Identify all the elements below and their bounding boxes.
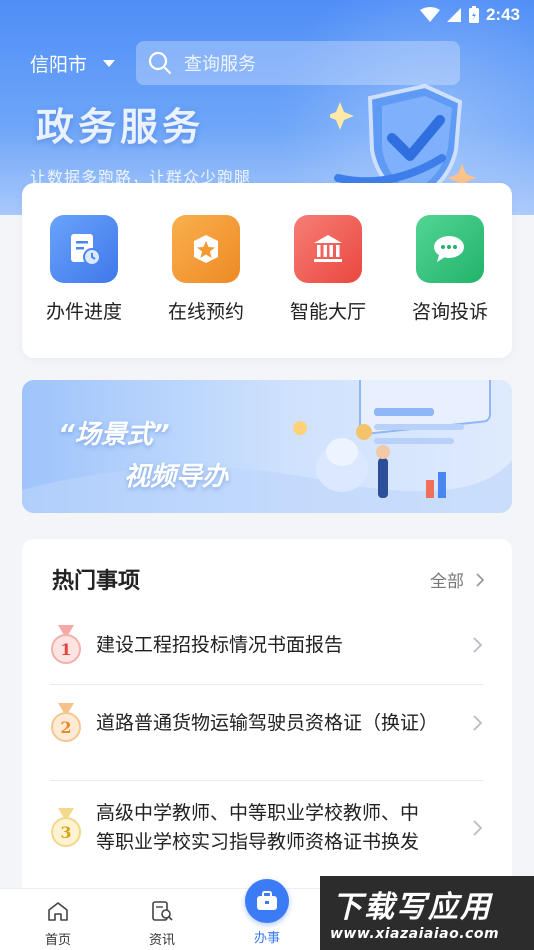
signal-icon bbox=[446, 8, 461, 22]
city-label: 信阳市 bbox=[30, 54, 88, 76]
video-guide-banner[interactable]: “场景式” 视频导办 bbox=[22, 380, 512, 513]
wifi-icon bbox=[419, 7, 440, 22]
document-clock-icon bbox=[50, 215, 118, 283]
nav-tasks-button[interactable] bbox=[245, 879, 289, 923]
rank-number: 1 bbox=[60, 640, 71, 659]
nav-home-label: 首页 bbox=[44, 933, 71, 948]
search-placeholder: 查询服务 bbox=[184, 54, 256, 75]
quick-services-card: 办件进度 在线预约 智能大厅 咨询投诉 bbox=[22, 183, 512, 358]
news-search-icon bbox=[152, 901, 173, 921]
watermark-logo: 下载写应用 www.xiazaiaiao.com bbox=[320, 876, 534, 950]
divider bbox=[50, 684, 484, 685]
hot-item-text: 道路普通货物运输驾驶员资格证（换证） bbox=[96, 711, 439, 734]
service-label: 智能大厅 bbox=[289, 301, 366, 323]
service-label: 咨询投诉 bbox=[411, 301, 488, 323]
service-progress[interactable]: 办件进度 bbox=[34, 215, 134, 324]
hero-title: 政务服务 bbox=[36, 105, 205, 149]
home-icon bbox=[48, 902, 68, 921]
nav-news-label: 资讯 bbox=[148, 933, 175, 948]
rank-3-medal-icon: 3 bbox=[51, 808, 81, 847]
hot-item[interactable]: 2 道路普通货物运输驾驶员资格证（换证） bbox=[50, 703, 484, 743]
chat-bubbles-icon bbox=[416, 215, 484, 283]
chevron-right-icon bbox=[473, 820, 482, 836]
status-bar: 2:43 bbox=[0, 0, 534, 30]
chevron-right-icon bbox=[473, 715, 482, 731]
service-label: 在线预约 bbox=[167, 301, 244, 323]
service-label: 办件进度 bbox=[45, 301, 122, 323]
rank-2-medal-icon: 2 bbox=[51, 703, 81, 742]
watermark-url: www.xiazaiaiao.com bbox=[330, 926, 500, 942]
view-all-link[interactable]: 全部 bbox=[430, 567, 484, 592]
service-appointment[interactable]: 在线预约 bbox=[156, 215, 256, 324]
search-bar[interactable]: 查询服务 bbox=[136, 41, 460, 85]
rank-1-medal-icon: 1 bbox=[51, 625, 81, 664]
status-time: 2:43 bbox=[485, 5, 520, 24]
top-bar: 信阳市 查询服务 bbox=[0, 40, 534, 86]
banner-title-line2: 视频导办 bbox=[124, 462, 229, 492]
briefcase-icon bbox=[257, 891, 277, 910]
hot-item[interactable]: 3 高级中学教师、中等职业学校教师、中等职业学校实习指导教师资格证书换发 bbox=[50, 799, 484, 857]
battery-icon bbox=[468, 6, 479, 23]
government-hall-icon bbox=[294, 215, 362, 283]
banner-title-line1: “场景式” bbox=[58, 420, 170, 450]
city-selector[interactable]: 信阳市 bbox=[30, 50, 116, 77]
nav-home[interactable]: 首页 bbox=[28, 901, 88, 948]
divider bbox=[50, 780, 484, 781]
search-icon bbox=[148, 51, 172, 75]
nav-tasks-label: 办事 bbox=[253, 931, 280, 946]
caret-down-icon bbox=[103, 60, 116, 67]
chevron-right-icon bbox=[476, 572, 484, 587]
watermark-title: 下载写应用 bbox=[332, 890, 492, 925]
hot-item-text: 高级中学教师、中等职业学校教师、中等职业学校实习指导教师资格证书换发 bbox=[96, 802, 420, 853]
star-badge-icon bbox=[172, 215, 240, 283]
view-all-label: 全部 bbox=[430, 572, 464, 592]
hot-item-text: 建设工程招投标情况书面报告 bbox=[96, 633, 344, 656]
service-smart-hall[interactable]: 智能大厅 bbox=[278, 215, 378, 324]
hot-items-card: 热门事项 全部 1 建设工程招投标情况书面报告 2 道路普通货物运输驾驶员资格证… bbox=[22, 539, 512, 899]
chevron-right-icon bbox=[473, 637, 482, 653]
hot-item[interactable]: 1 建设工程招投标情况书面报告 bbox=[50, 625, 484, 665]
rank-number: 3 bbox=[60, 823, 71, 842]
rank-number: 2 bbox=[60, 718, 71, 737]
hot-items-title: 热门事项 bbox=[52, 569, 141, 594]
nav-news[interactable]: 资讯 bbox=[132, 901, 192, 948]
service-consult[interactable]: 咨询投诉 bbox=[400, 215, 500, 324]
